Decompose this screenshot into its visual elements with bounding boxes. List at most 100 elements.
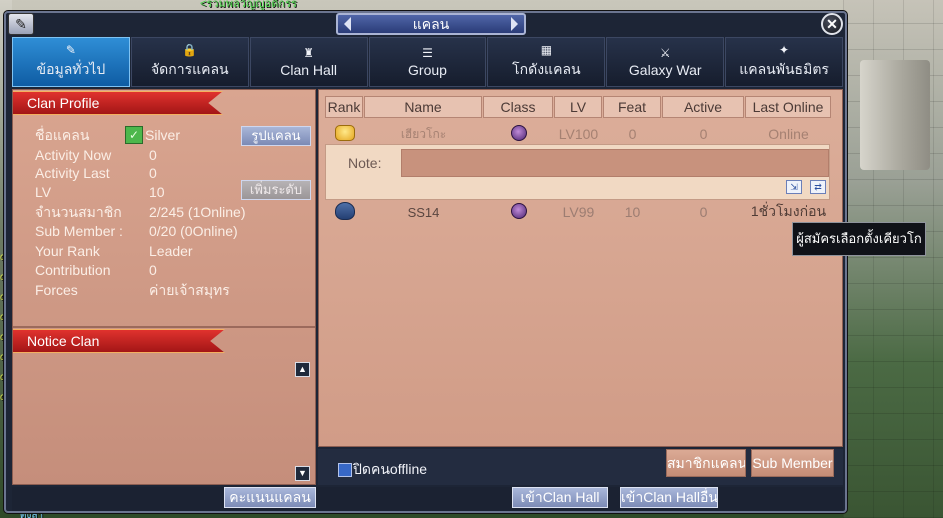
member-name: SS14 xyxy=(407,204,440,220)
column-header[interactable]: Last Online xyxy=(745,96,831,118)
column-header[interactable]: Active xyxy=(662,96,744,118)
tab-0[interactable]: ✎ ข้อมูลทั่วไป xyxy=(12,37,130,87)
swords-icon: ⚔ xyxy=(659,46,671,60)
tab-2[interactable]: ♜ Clan Hall xyxy=(249,37,368,87)
profile-value: 0/20 (0Online) xyxy=(149,223,238,239)
profile-value: Leader xyxy=(149,243,193,259)
profile-key: LV xyxy=(35,184,52,200)
tab-bar: ✎ ข้อมูลทั่วไป 🔒 จัดการแคลน ♜ Clan Hall ☰ Group… xyxy=(12,37,844,87)
clan-emblem-button[interactable]: รูปแคลน xyxy=(241,126,311,146)
tab-label: จัดการแคลน xyxy=(150,61,229,77)
upgrade-level-button[interactable]: เพิ่มระดับ xyxy=(241,180,311,200)
member-list-footer: ปิดคนoffline สมาชิกแคลน Sub Member xyxy=(318,449,843,485)
profile-row: Activity Last 0 xyxy=(35,164,157,182)
member-list-panel: Rank Name Class LV Feat Active Last Online เฮี… xyxy=(318,89,843,447)
member-name: เฮียวโกะ xyxy=(400,126,447,141)
member-row[interactable]: SS14 LV99 10 0 1ชั่วโมงก่อน xyxy=(325,200,832,224)
background-top-text: <รวมพลวิญญูอดีกรร xyxy=(200,0,297,10)
member-note-area: Note: ⇲ ⇄ xyxy=(325,144,830,200)
column-header[interactable]: LV xyxy=(554,96,602,118)
window-title: แคลน xyxy=(336,13,526,35)
clan-members-button[interactable]: สมาชิกแคลน xyxy=(666,449,746,477)
profile-row: Contribution 0 xyxy=(35,261,157,279)
profile-key: Activity Now xyxy=(35,147,112,163)
rank-cell xyxy=(325,201,364,223)
class-cell xyxy=(483,124,554,144)
member-last-online: Online xyxy=(768,126,809,142)
tab-4[interactable]: ▦ โกดังแคลน xyxy=(487,37,606,87)
lock-icon: 🔒 xyxy=(182,43,198,57)
hide-offline-toggle[interactable]: ปิดคนoffline xyxy=(338,459,427,481)
arrow-up-icon: ▲ xyxy=(298,364,307,374)
tooltip: ผู้สมัครเลือกตั้งเคียวโก xyxy=(792,222,926,256)
profile-value: 0 xyxy=(149,165,157,181)
class-icon xyxy=(510,124,527,141)
profile-row: ชื่อแคลน ✓ Silver xyxy=(35,126,180,144)
tab-1[interactable]: 🔒 จัดการแคลน xyxy=(130,37,249,87)
chest-icon: ▦ xyxy=(540,43,553,57)
member-table-header: Rank Name Class LV Feat Active Last Online xyxy=(325,96,832,118)
class-cell xyxy=(483,202,554,222)
pencil-icon: ✎ xyxy=(65,43,76,57)
member-feat: 10 xyxy=(624,204,641,220)
enter-clan-hall-button[interactable]: เข้าClan Hall xyxy=(512,487,608,508)
castle-icon: ♜ xyxy=(303,46,315,60)
scroll-down-button[interactable]: ▼ xyxy=(295,466,310,481)
tab-3[interactable]: ☰ Group xyxy=(368,37,487,87)
tab-5[interactable]: ⚔ Galaxy War xyxy=(606,37,725,87)
profile-key: Your Rank xyxy=(35,243,100,259)
profile-value: Silver xyxy=(145,127,181,143)
column-header[interactable]: Class xyxy=(483,96,553,118)
profile-row: Forces ค่ายเจ้าสมุทร xyxy=(35,281,230,299)
profile-key: Activity Last xyxy=(35,165,110,181)
profile-row: Activity Now 0 xyxy=(35,146,157,164)
clan-window: ✎ แคลน ✕ ✎ ข้อมูลทั่วไป 🔒 จัดการแคลน ♜ Clan H… xyxy=(4,11,847,513)
close-button[interactable]: ✕ xyxy=(821,13,843,35)
sub-member-button[interactable]: Sub Member xyxy=(751,449,834,477)
tab-label: แคลนพันธมิตร xyxy=(739,61,829,77)
tab-6[interactable]: ✦ แคลนพันธมิตร xyxy=(725,37,844,87)
column-header[interactable]: Feat xyxy=(603,96,661,118)
clan-emblem-icon: ✓ xyxy=(125,126,143,144)
member-active: 0 xyxy=(699,126,708,142)
profile-row: Your Rank Leader xyxy=(35,242,193,260)
gold-rank-icon xyxy=(334,124,355,141)
column-header[interactable]: Rank xyxy=(325,96,363,118)
scroll-up-button[interactable]: ▲ xyxy=(295,362,310,377)
hide-offline-checkbox[interactable] xyxy=(338,463,352,477)
profile-key: จำนวนสมาชิก xyxy=(35,204,122,220)
close-icon: ✕ xyxy=(826,16,838,32)
tab-label: Group xyxy=(408,62,447,78)
profile-value: ค่ายเจ้าสมุทร xyxy=(149,282,230,298)
handshake-icon: ✦ xyxy=(779,43,790,57)
tab-label: Galaxy War xyxy=(628,62,702,78)
rank-cell xyxy=(325,124,364,144)
expand-icon[interactable]: ⇲ xyxy=(786,180,802,194)
profile-key: Contribution xyxy=(35,262,111,278)
note-input[interactable] xyxy=(401,149,829,177)
member-lv: LV100 xyxy=(558,126,599,142)
member-row[interactable]: เฮียวโกะ LV100 0 0 Online xyxy=(325,122,832,146)
tab-label: โกดังแคลน xyxy=(512,61,581,77)
member-last-online: 1ชั่วโมงก่อน xyxy=(750,203,827,219)
profile-value: 2/245 (1Online) xyxy=(149,204,246,220)
profile-value: 0 xyxy=(149,262,157,278)
profile-value: 0 xyxy=(149,147,157,163)
arrow-down-icon: ▼ xyxy=(298,468,307,478)
profile-key: Sub Member : xyxy=(35,223,123,239)
column-header[interactable]: Name xyxy=(364,96,482,118)
enter-other-clan-hall-button[interactable]: เข้าClan Hallอื่น xyxy=(620,487,718,508)
edit-icon[interactable]: ✎ xyxy=(8,13,34,35)
profile-row: Sub Member : 0/20 (0Online) xyxy=(35,222,238,240)
profile-row: จำนวนสมาชิก 2/245 (1Online) xyxy=(35,203,246,221)
window-footer: คะแนนแคลน เข้าClan Hall เข้าClan Hallอื่… xyxy=(12,487,843,511)
profile-row: LV 10 xyxy=(35,183,165,201)
notice-clan-header: Notice Clan xyxy=(13,329,225,353)
member-feat: 0 xyxy=(628,126,637,142)
list-icon: ☰ xyxy=(422,46,433,60)
class-icon xyxy=(510,202,527,219)
clan-profile-header: Clan Profile xyxy=(13,91,223,115)
member-lv: LV99 xyxy=(562,204,595,220)
clan-score-button[interactable]: คะแนนแคลน xyxy=(224,487,316,508)
refresh-icon[interactable]: ⇄ xyxy=(810,180,826,194)
